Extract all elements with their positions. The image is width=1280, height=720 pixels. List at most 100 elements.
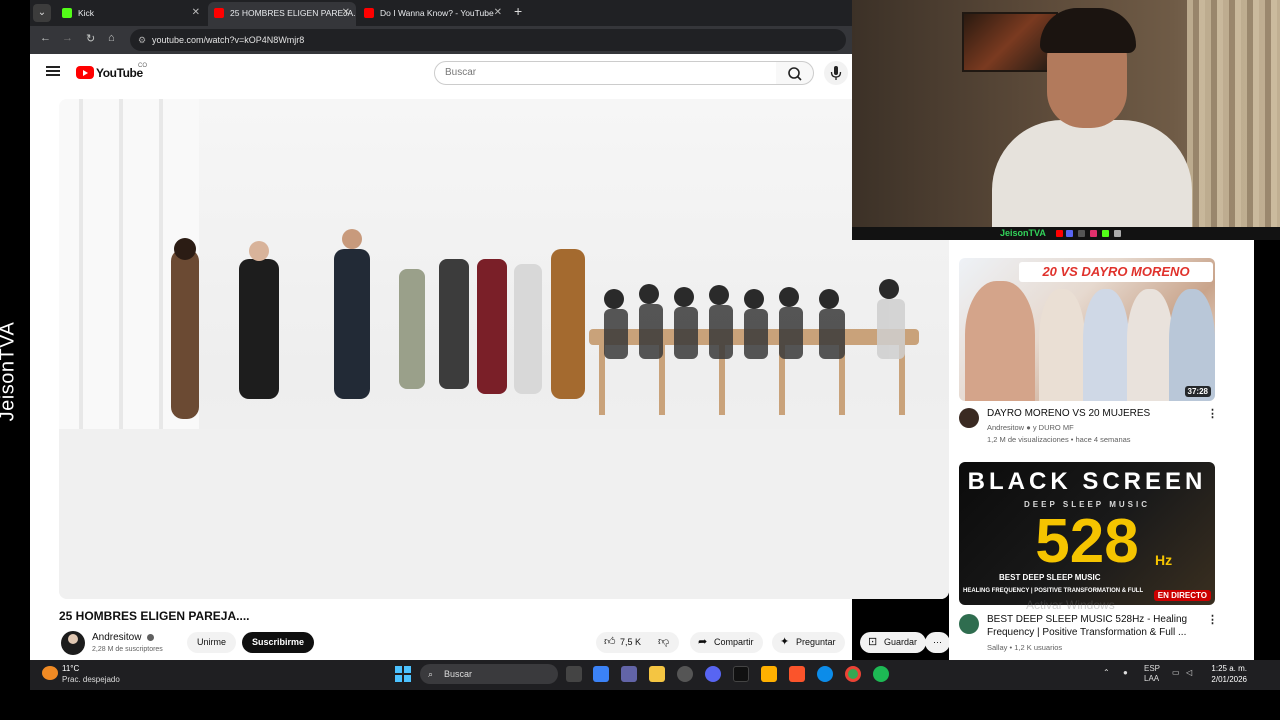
channel-avatar[interactable]: [959, 408, 979, 428]
tab-bar: ⌄ Kick ✕ 25 HOMBRES ELIGEN PAREJA.... ✕ …: [30, 0, 852, 26]
webcam-name-bar: JeisonTVA: [852, 227, 1280, 240]
ask-label: Preguntar: [796, 637, 836, 647]
weather-icon[interactable]: [42, 666, 58, 680]
rec-meta: 1,2 M de visualizaciones • hace 4 semana…: [987, 435, 1131, 444]
search-icon: [788, 67, 802, 81]
thumb-line: HEALING FREQUENCY | POSITIVE TRANSFORMAT…: [963, 588, 1144, 594]
more-icon[interactable]: ⋮: [1207, 407, 1218, 420]
tab-kick[interactable]: Kick ✕: [56, 2, 206, 26]
clock[interactable]: 1:25 a. m. 2/01/2026: [1203, 663, 1247, 685]
close-icon[interactable]: ✕: [494, 2, 502, 24]
recommendations-sidebar: 20 VS DAYRO MORENO 37:28 DAYRO MORENO VS…: [949, 240, 1254, 660]
duration-badge: 37:28: [1184, 386, 1211, 397]
rec-title[interactable]: BEST DEEP SLEEP MUSIC 528Hz - Healing Fr…: [987, 613, 1202, 639]
file-explorer-icon[interactable]: [649, 666, 665, 682]
time: 1:25 a. m.: [1211, 664, 1247, 673]
tab-search-icon[interactable]: ⌄: [33, 4, 51, 22]
rec-thumbnail[interactable]: 20 VS DAYRO MORENO 37:28: [959, 258, 1215, 401]
tab-label: Do I Wanna Know? - YouTube: [380, 8, 494, 18]
rec-thumbnail[interactable]: BLACK SCREEN DEEP SLEEP MUSIC 528 Hz BES…: [959, 462, 1215, 605]
weather-status[interactable]: Prac. despejado: [62, 675, 120, 684]
screen: JeisonTVA ⌄ Kick ✕ 25 HOMBRES ELIGEN PAR…: [0, 0, 1280, 720]
network-icon[interactable]: ▭: [1172, 668, 1180, 677]
rec-channel-name: Andresitow: [987, 423, 1025, 432]
chrome-icon[interactable]: [845, 666, 861, 682]
mic-icon[interactable]: ●: [1123, 668, 1128, 677]
taskbar-search[interactable]: ⌕ Buscar: [420, 664, 558, 684]
site-info-icon[interactable]: ⚙: [138, 29, 146, 51]
home-icon[interactable]: ⌂: [108, 32, 115, 44]
video-player[interactable]: [59, 99, 949, 599]
tray-chevron-icon[interactable]: ⌃: [1103, 668, 1110, 677]
watermark-text: JeisonTVA: [0, 321, 19, 422]
tab-active-video[interactable]: 25 HOMBRES ELIGEN PAREJA.... ✕: [208, 2, 356, 26]
thumb-line: 528: [1035, 507, 1139, 576]
thumb-line: BLACK SCREEN: [967, 468, 1207, 495]
language-indicator[interactable]: ESP LAA: [1144, 664, 1160, 684]
tab-do-i-wanna-know[interactable]: Do I Wanna Know? - YouTube ✕: [358, 2, 508, 26]
instagram-icon: [1090, 230, 1097, 237]
subscribe-button[interactable]: Suscribirme: [242, 632, 315, 653]
volume-icon[interactable]: ◁: [1186, 668, 1192, 677]
task-view-icon[interactable]: [566, 666, 582, 682]
share-button[interactable]: ➦ Compartir: [690, 632, 763, 653]
tab-label: 25 HOMBRES ELIGEN PAREJA....: [230, 8, 356, 18]
youtube-header: YouTube CO Buscar: [30, 54, 852, 94]
more-icon: ⋯: [933, 637, 942, 647]
dislike-button[interactable]: 👎︎: [652, 632, 680, 653]
spotify-icon[interactable]: [873, 666, 889, 682]
brave-icon[interactable]: [789, 666, 805, 682]
save-button[interactable]: ⊡ Guardar: [860, 632, 927, 653]
date: 2/01/2026: [1211, 675, 1247, 684]
search-button[interactable]: [776, 61, 814, 85]
channel-avatar[interactable]: [61, 631, 85, 655]
url-text: youtube.com/watch?v=kOP4N8Wmjr8: [152, 35, 305, 45]
menu-icon[interactable]: [46, 66, 60, 76]
close-icon[interactable]: ✕: [192, 2, 200, 24]
video-frame: [59, 99, 949, 599]
close-icon[interactable]: ✕: [342, 2, 350, 24]
ask-button[interactable]: ✦ Preguntar: [772, 632, 845, 653]
kick-icon: [1102, 230, 1109, 237]
youtube-logo-text[interactable]: YouTube: [96, 66, 143, 80]
new-tab-icon[interactable]: +: [514, 3, 522, 19]
youtube-icon: [1056, 230, 1063, 237]
video-title: 25 HOMBRES ELIGEN PAREJA....: [59, 609, 250, 623]
edge-icon[interactable]: [817, 666, 833, 682]
url-field[interactable]: ⚙ youtube.com/watch?v=kOP4N8Wmjr8: [130, 29, 846, 51]
temperature[interactable]: 11°C: [62, 664, 79, 673]
more-actions-button[interactable]: ⋯: [925, 632, 950, 653]
youtube-logo-icon[interactable]: [76, 66, 94, 79]
app-icon[interactable]: [761, 666, 777, 682]
rec-channel[interactable]: Andresitow ● y DURO MF: [987, 423, 1074, 432]
x-icon: [1078, 230, 1085, 237]
discord-icon[interactable]: [705, 666, 721, 682]
lang-code: ESP: [1144, 664, 1161, 673]
like-button[interactable]: 👍︎ 7,5 K: [596, 632, 654, 653]
bottom-bar: [0, 690, 1280, 720]
more-icon[interactable]: ⋮: [1207, 613, 1218, 626]
youtube-icon: [214, 8, 224, 18]
webcam-person-body: [992, 120, 1192, 227]
channel-name[interactable]: Andresitow: [92, 632, 141, 643]
teams-icon[interactable]: [621, 666, 637, 682]
taskbar-search-label: Buscar: [444, 669, 473, 679]
thumb-banner: 20 VS DAYRO MORENO: [1019, 262, 1213, 282]
settings-icon[interactable]: [677, 666, 693, 682]
channel-avatar[interactable]: [959, 614, 979, 634]
rec-title[interactable]: DAYRO MORENO VS 20 MUJERES: [987, 407, 1202, 420]
reload-icon[interactable]: ↻: [86, 32, 95, 45]
rec-collab: y DURO MF: [1032, 423, 1074, 432]
tiktok-icon[interactable]: [733, 666, 749, 682]
start-icon[interactable]: [395, 666, 411, 682]
bookmark-icon: ⊡: [868, 636, 878, 648]
copilot-icon[interactable]: [593, 666, 609, 682]
share-icon: ➦: [698, 636, 708, 648]
back-icon[interactable]: ←: [40, 32, 51, 44]
youtube-icon: [364, 8, 374, 18]
search-input[interactable]: Buscar: [434, 61, 777, 85]
search-icon: ⌕: [428, 669, 434, 679]
join-button[interactable]: Unirme: [187, 632, 237, 653]
voice-search-button[interactable]: [824, 61, 848, 85]
forward-icon[interactable]: →: [62, 32, 73, 44]
